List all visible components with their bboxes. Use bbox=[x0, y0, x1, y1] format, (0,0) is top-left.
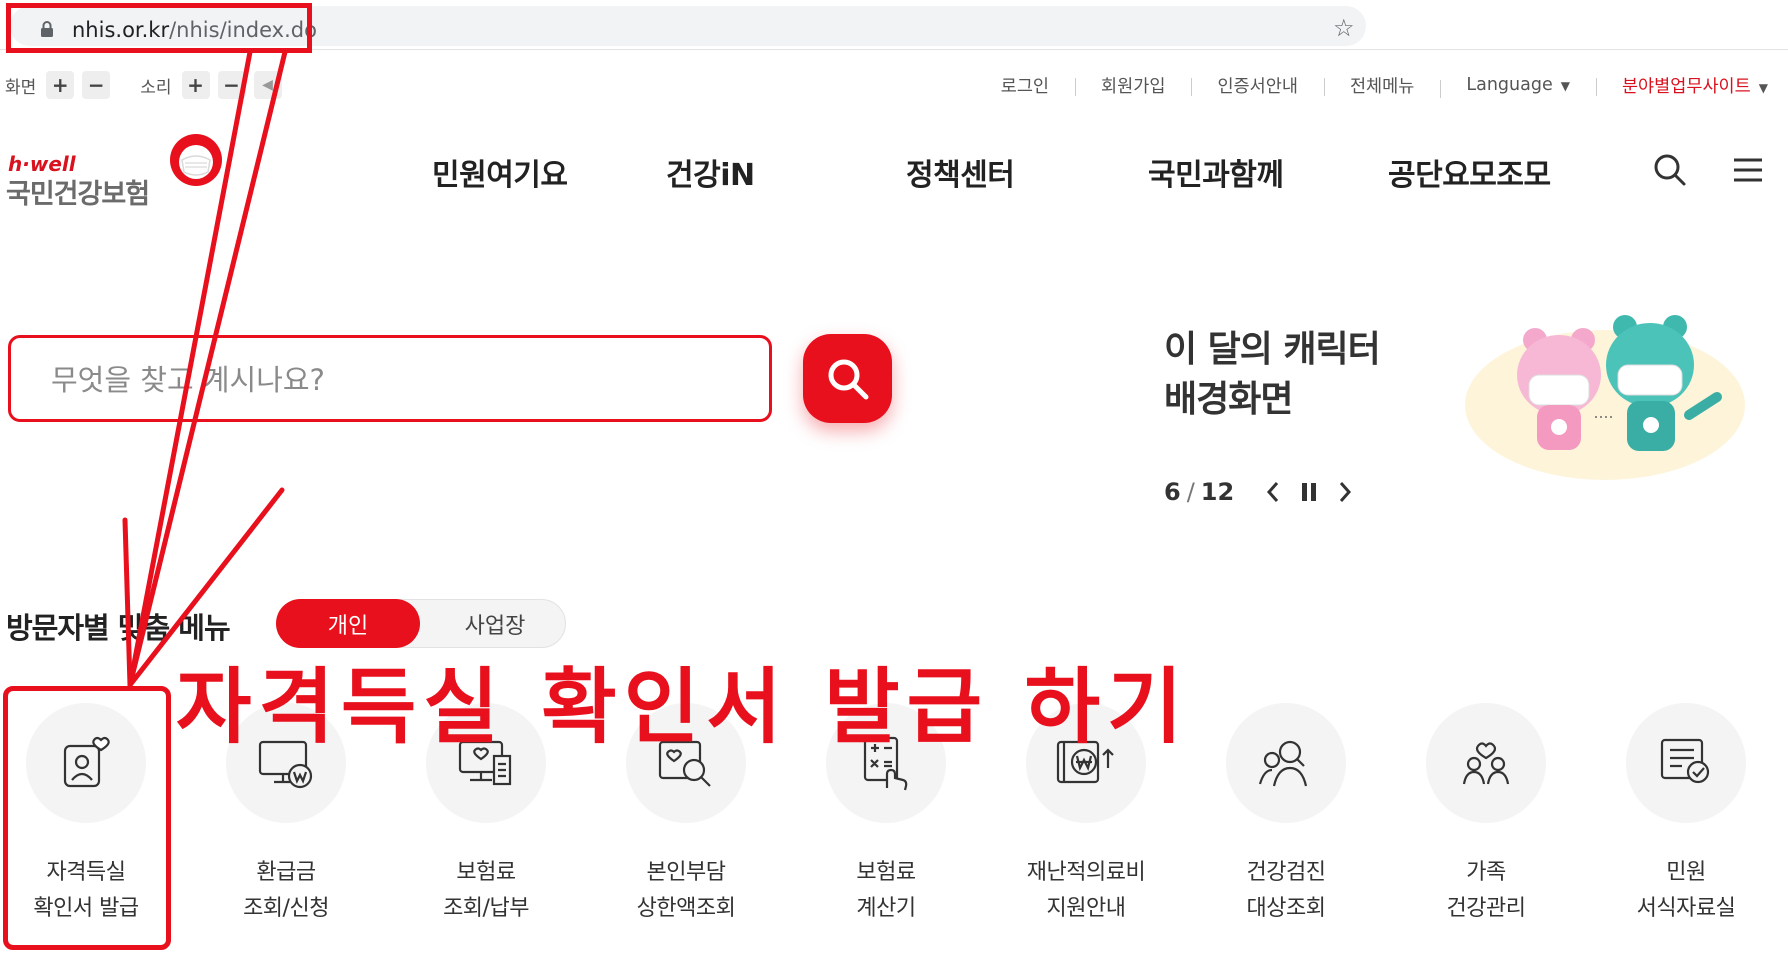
logo-mark-icon bbox=[170, 134, 222, 186]
signup-link[interactable]: 회원가입 bbox=[1075, 73, 1191, 98]
quick-menu-label: 민원 서식자료실 bbox=[1636, 860, 1736, 921]
all-menu-link[interactable]: 전체메뉴 bbox=[1323, 73, 1440, 98]
quick-menu-item[interactable]: 가족 건강관리 bbox=[1386, 703, 1586, 943]
search-input[interactable] bbox=[51, 358, 731, 402]
quick-menu-label: 본인부담 상한액조회 bbox=[636, 860, 736, 921]
next-icon[interactable] bbox=[1334, 479, 1356, 505]
sound-label: 소리 bbox=[140, 77, 172, 98]
character-illustration[interactable] bbox=[1455, 305, 1755, 485]
screen-zoom-out-button[interactable]: − bbox=[82, 71, 111, 99]
screen-zoom-label: 화면 bbox=[5, 77, 37, 98]
nav-about-nhis[interactable]: 공단요모조모 bbox=[1388, 150, 1551, 194]
prev-icon[interactable] bbox=[1262, 479, 1284, 505]
document-check-icon bbox=[1626, 703, 1746, 823]
item-highlight-box bbox=[3, 686, 171, 950]
url-highlight-box bbox=[6, 3, 312, 53]
hamburger-menu-icon[interactable] bbox=[1730, 152, 1766, 188]
login-link[interactable]: 로그인 bbox=[975, 73, 1075, 98]
caret-down-icon: ▼ bbox=[1758, 80, 1768, 95]
nav-civil-service[interactable]: 민원여기요 bbox=[432, 150, 568, 194]
quick-menu-label: 건강검진 대상조회 bbox=[1246, 860, 1326, 921]
people-search-icon bbox=[1226, 703, 1346, 823]
annotation-text: 자격득실 확인서 발급 하기 bbox=[176, 660, 1190, 755]
field-sites-select[interactable]: 분야별업무사이트 ▼ bbox=[1595, 73, 1768, 98]
language-select[interactable]: Language ▼ bbox=[1440, 75, 1596, 98]
quick-menu-label: 보험료 계산기 bbox=[856, 860, 916, 921]
quick-menu-item[interactable]: 건강검진 대상조회 bbox=[1186, 703, 1386, 943]
search-icon[interactable] bbox=[1652, 152, 1688, 188]
utility-links: 로그인 회원가입 인증서안내 전체메뉴 Language ▼ 분야별업무사이트 ▼ bbox=[975, 70, 1768, 100]
family-heart-icon bbox=[1426, 703, 1546, 823]
star-icon[interactable]: ☆ bbox=[1333, 16, 1355, 40]
quick-menu-label: 보험료 조회/납부 bbox=[443, 860, 529, 921]
nhis-logo[interactable]: h·well 국민건강보험 bbox=[6, 132, 226, 212]
character-title[interactable]: 이 달의 캐릭터 배경화면 bbox=[1164, 325, 1381, 425]
nav-policy-center[interactable]: 정책센터 bbox=[906, 150, 1015, 194]
language-label: Language bbox=[1466, 75, 1553, 95]
accessibility-controls: 화면 + − 소리 + − ◀ bbox=[5, 70, 290, 100]
field-sites-label: 분야별업무사이트 bbox=[1621, 76, 1751, 97]
character-pager: 6 / 12 bbox=[1164, 478, 1356, 506]
quick-menu-label: 재난적의료비 지원안내 bbox=[1026, 860, 1146, 921]
sound-down-button[interactable]: − bbox=[217, 71, 246, 99]
search-icon bbox=[828, 359, 868, 399]
sound-mute-button[interactable]: ◀ bbox=[253, 71, 282, 99]
nav-health-in[interactable]: 건강iN bbox=[666, 150, 755, 194]
certificate-guide-link[interactable]: 인증서안내 bbox=[1191, 73, 1324, 98]
quick-menu-label: 환급금 조회/신청 bbox=[243, 860, 329, 921]
quick-menu-label: 가족 건강관리 bbox=[1446, 860, 1526, 921]
search-button[interactable] bbox=[803, 334, 892, 423]
caret-down-icon: ▼ bbox=[1560, 79, 1570, 93]
sound-up-button[interactable]: + bbox=[181, 71, 210, 99]
page-separator: / bbox=[1186, 478, 1195, 506]
main-search-box bbox=[8, 335, 772, 422]
total-pages: 12 bbox=[1200, 478, 1235, 506]
logo-name: 국민건강보험 bbox=[6, 179, 150, 210]
quick-menu-item[interactable]: 민원 서식자료실 bbox=[1586, 703, 1786, 943]
current-page: 6 bbox=[1164, 478, 1181, 506]
pause-icon[interactable] bbox=[1298, 479, 1320, 505]
screen-zoom-in-button[interactable]: + bbox=[46, 71, 75, 99]
nav-with-people[interactable]: 국민과함께 bbox=[1148, 150, 1284, 194]
